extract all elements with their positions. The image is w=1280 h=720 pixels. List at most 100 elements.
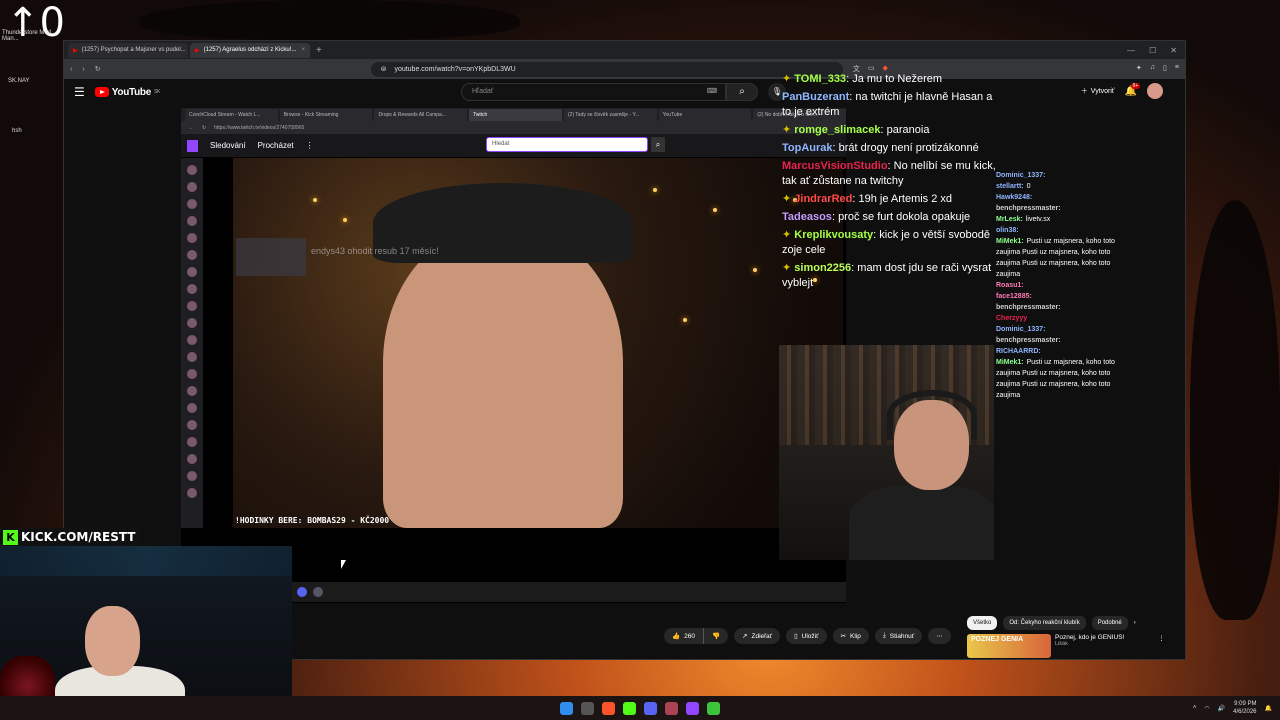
chat-text: livetv.sx: [1025, 216, 1051, 223]
site-info-icon[interactable]: ⊜: [381, 65, 387, 73]
avatar[interactable]: [1147, 83, 1163, 99]
inner-url-text: https://www.twitch.tv/videos/2740758965: [214, 124, 305, 131]
forward-icon[interactable]: ›: [82, 66, 84, 73]
back-icon[interactable]: ‹: [70, 66, 72, 73]
browser-tab-active[interactable]: ▶ (1257) Agraelus odchází z Kicku!... ×: [190, 42, 310, 58]
create-button[interactable]: ＋ Vytvoriť: [1081, 86, 1115, 96]
youtube-header-right: ＋ Vytvoriť 🔔 9+: [1081, 82, 1163, 99]
desktop-icon-label[interactable]: Thunderstore Mod Man...: [2, 30, 60, 42]
minimize-icon[interactable]: —: [1127, 46, 1135, 55]
notifications-icon[interactable]: 🔔: [1265, 705, 1272, 712]
chip-channel[interactable]: Od: Čekyho reakční klubík: [1003, 616, 1086, 630]
maximize-icon[interactable]: ☐: [1149, 46, 1156, 55]
sidebar-icon[interactable]: ▯: [1163, 64, 1167, 74]
wifi-icon[interactable]: ◠: [1204, 705, 1209, 712]
chat-username[interactable]: benchpressmaster:: [996, 205, 1061, 212]
palm-silhouette: [140, 0, 520, 40]
extensions-icon[interactable]: ✦: [1136, 64, 1142, 74]
chat-username[interactable]: Dominic_1337:: [996, 326, 1045, 333]
chat-username[interactable]: TopAurak: [782, 142, 833, 154]
menu-icon[interactable]: ≡: [1175, 64, 1179, 74]
chat-username[interactable]: MiMek1:: [996, 238, 1024, 245]
chat-username[interactable]: benchpressmaster:: [996, 337, 1061, 344]
clock[interactable]: 9:09 PM 4/6/2026: [1233, 700, 1256, 716]
hamburger-menu-icon[interactable]: ☰: [74, 85, 85, 99]
browser-tab[interactable]: ▶(1257) Psychopat a Majsner vs pudel...×: [68, 42, 188, 58]
youtube-favicon-icon: ▶: [195, 47, 200, 54]
more-icon[interactable]: ⋮: [1158, 634, 1165, 658]
share-button[interactable]: ↗ Zdieľať: [734, 628, 781, 644]
download-label: Stiahnuť: [889, 632, 915, 640]
chat-username[interactable]: olin38:: [996, 227, 1019, 234]
palm-silhouette: [1190, 200, 1280, 620]
brave-icon[interactable]: [602, 701, 615, 715]
app-icon[interactable]: [665, 701, 678, 715]
dislike-button[interactable]: 👎: [704, 628, 728, 644]
taskview-icon[interactable]: [581, 701, 594, 715]
chat-username[interactable]: Roasu1:: [996, 282, 1024, 289]
chevron-up-icon[interactable]: ˄: [1193, 705, 1197, 711]
chat-username[interactable]: Kreplikvousaty: [794, 229, 873, 241]
close-tab-icon[interactable]: ×: [301, 47, 305, 53]
chat-username[interactable]: benchpressmaster:: [996, 304, 1061, 311]
volume-icon[interactable]: 🔊: [1218, 705, 1225, 712]
video-thumbnail[interactable]: POZNEJ GENIA: [967, 634, 1051, 658]
chat-username[interactable]: JindrarRed: [794, 193, 852, 205]
reload-icon[interactable]: ↻: [95, 65, 101, 73]
chat-username[interactable]: RICHAARRD:: [996, 348, 1041, 355]
search-input[interactable]: Hľadať ⌨: [461, 83, 726, 101]
chat-message: benchpressmaster:: [996, 335, 1121, 346]
chat-username[interactable]: romge_slimacek: [794, 124, 880, 136]
chat-username[interactable]: Cherzyyy: [996, 315, 1027, 322]
url-input[interactable]: ⊜ youtube.com/watch?v=onYKpbDL3WU: [370, 61, 843, 77]
more-actions-button[interactable]: ⋯: [928, 628, 951, 644]
app-icon: [313, 587, 323, 597]
recommended-video[interactable]: POZNEJ GENIA Poznej, kdo je GENIUS! Lišá…: [967, 634, 1165, 658]
play-icon[interactable]: [707, 701, 720, 715]
chat-username[interactable]: MiMek1:: [996, 359, 1024, 366]
youtube-logo[interactable]: YouTube SK: [94, 87, 160, 98]
video-player[interactable]: CzechCloud Stream - Watch L... Browse - …: [181, 108, 846, 603]
share-icon: ↗: [742, 633, 748, 640]
keyboard-icon[interactable]: ⌨: [707, 87, 717, 95]
like-button[interactable]: 👍 260: [664, 628, 703, 644]
chat-username[interactable]: TOMI_333: [794, 73, 846, 85]
channel-name[interactable]: Lišák: [1055, 641, 1124, 647]
chip-related[interactable]: Podobné: [1091, 616, 1128, 630]
twitch-logo-icon: [187, 139, 198, 152]
media-icon[interactable]: ♫: [1150, 64, 1155, 74]
chat-message: MiMek1: Pusti uz majsnera, koho toto zauj…: [996, 236, 1121, 280]
chat-text: 19h je Artemis 2 xd: [858, 193, 953, 205]
new-tab-icon[interactable]: +: [316, 45, 322, 56]
save-button[interactable]: ▯ Uložiť: [786, 628, 827, 644]
download-icon: ⤓: [882, 632, 886, 639]
chat-username[interactable]: MarcusVisionStudio: [782, 160, 888, 172]
chat-username[interactable]: MrLesk:: [996, 216, 1023, 223]
chevron-right-icon[interactable]: ›: [1134, 620, 1136, 626]
clip-button[interactable]: ✂ Klip: [832, 628, 869, 644]
download-button[interactable]: ⤓ Stiahnuť: [874, 628, 923, 644]
desktop-icon-label[interactable]: hsh: [12, 128, 22, 134]
chat-username[interactable]: Hawk9248:: [996, 194, 1032, 201]
twitch-icon[interactable]: [686, 701, 699, 715]
chat-username[interactable]: Dominic_1337:: [996, 172, 1045, 179]
notifications-button[interactable]: 🔔 9+: [1125, 82, 1141, 97]
search-button[interactable]: ⌕: [726, 83, 758, 101]
close-icon[interactable]: ✕: [1170, 46, 1177, 55]
kick-icon[interactable]: [623, 701, 636, 715]
discord-icon[interactable]: [644, 701, 657, 715]
chat-username[interactable]: simon2256: [794, 262, 851, 274]
tab-label: (1257) Psychopat a Majsner vs pudel...: [81, 47, 186, 53]
chat-username[interactable]: stellartt:: [996, 183, 1024, 190]
desktop-icon-label[interactable]: SK.NAY: [8, 78, 30, 84]
windows-start-icon[interactable]: [560, 701, 573, 715]
share-label: Zdieľať: [751, 632, 773, 640]
chat-message: ✦ TOMI_333: Ja mu to Nežerem: [782, 73, 943, 85]
chat-username[interactable]: Tadeasos: [782, 211, 832, 223]
create-label: Vytvoriť: [1090, 87, 1115, 95]
chat-username[interactable]: face12885:: [996, 293, 1032, 300]
chip-all[interactable]: Všetko: [967, 616, 998, 630]
chat-username[interactable]: PanBuzerant: [782, 91, 849, 103]
video-title[interactable]: Poznej, kdo je GENIUS!: [1055, 634, 1124, 641]
system-tray: ˄ ◠ 🔊 9:09 PM 4/6/2026 🔔: [1193, 700, 1272, 716]
